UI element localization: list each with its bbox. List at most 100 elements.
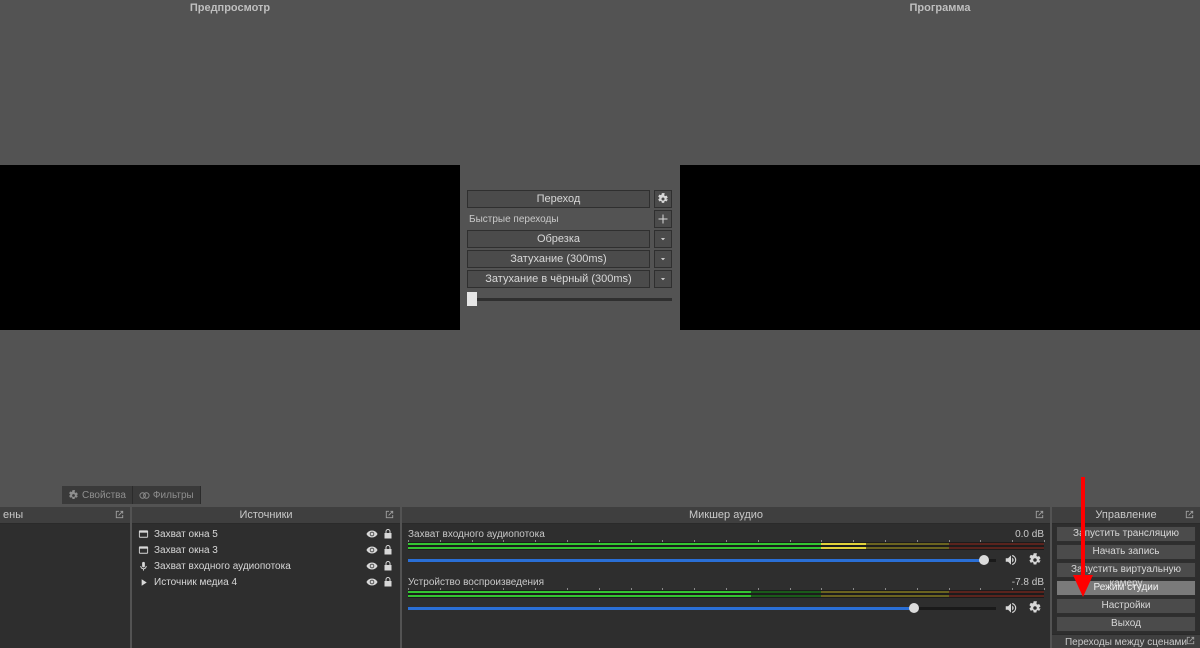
scenes-dock-header[interactable]: ены bbox=[0, 507, 130, 524]
sources-dock-header[interactable]: Источники bbox=[132, 507, 400, 524]
mixer-mute-button[interactable] bbox=[1002, 600, 1020, 616]
preview-heading: Предпросмотр bbox=[0, 0, 460, 16]
mixer-channel-db: -7.8 dB bbox=[1012, 577, 1044, 588]
speaker-icon bbox=[1004, 553, 1018, 567]
controls-dock-header[interactable]: Управление bbox=[1052, 507, 1200, 524]
scene-transitions-header[interactable]: Переходы между сценами bbox=[1052, 634, 1200, 648]
popout-icon bbox=[1184, 509, 1195, 520]
eye-icon bbox=[366, 528, 378, 540]
mixer-dock-popout[interactable] bbox=[1034, 509, 1046, 521]
sources-dock-popout[interactable] bbox=[384, 509, 396, 521]
source-visibility-toggle[interactable] bbox=[364, 528, 380, 540]
start-recording-button[interactable]: Начать запись bbox=[1056, 544, 1196, 560]
source-type-icon bbox=[136, 529, 150, 540]
preview-canvas[interactable] bbox=[0, 165, 460, 330]
source-lock-toggle[interactable] bbox=[380, 528, 396, 540]
gear-icon bbox=[657, 193, 669, 205]
quick-transition-item[interactable]: Обрезка bbox=[467, 230, 650, 248]
mixer-mute-button[interactable] bbox=[1002, 552, 1020, 568]
start-virtual-cam-button[interactable]: Запустить виртуальную камеру bbox=[1056, 562, 1196, 578]
quick-transition-item-menu[interactable] bbox=[654, 230, 672, 248]
scenes-list[interactable] bbox=[0, 524, 130, 648]
mixer-volume-slider[interactable] bbox=[408, 601, 996, 615]
transition-button[interactable]: Переход bbox=[467, 190, 650, 208]
source-lock-toggle[interactable] bbox=[380, 576, 396, 588]
sources-dock-title: Источники bbox=[239, 509, 292, 521]
source-visibility-toggle[interactable] bbox=[364, 576, 380, 588]
source-lock-toggle[interactable] bbox=[380, 560, 396, 572]
lock-icon bbox=[382, 576, 394, 588]
quick-transition-item-menu[interactable] bbox=[654, 270, 672, 288]
chevron-down-icon bbox=[658, 254, 668, 264]
gear-icon bbox=[68, 490, 79, 501]
sources-dock: Источники Захват окна 5Захват окна 3Захв… bbox=[132, 507, 400, 648]
properties-button[interactable]: Свойства bbox=[62, 486, 133, 504]
mixer-body: Захват входного аудиопотока0.0 dBУстройс… bbox=[402, 524, 1050, 648]
tbar-slider[interactable] bbox=[467, 292, 672, 306]
lock-icon bbox=[382, 528, 394, 540]
source-item-label: Захват окна 3 bbox=[154, 545, 364, 556]
controls-body: Запустить трансляцию Начать запись Запус… bbox=[1052, 524, 1200, 648]
mixer-channel-db: 0.0 dB bbox=[1015, 529, 1044, 540]
settings-button[interactable]: Настройки bbox=[1056, 598, 1196, 614]
eye-icon bbox=[366, 560, 378, 572]
controls-dock: Управление Запустить трансляцию Начать з… bbox=[1052, 507, 1200, 648]
mixer-channel-name: Захват входного аудиопотока bbox=[408, 529, 1015, 540]
controls-dock-title: Управление bbox=[1095, 509, 1156, 521]
source-visibility-toggle[interactable] bbox=[364, 560, 380, 572]
sources-list[interactable]: Захват окна 5 Захват окна 3 Захват входног… bbox=[132, 524, 400, 648]
source-visibility-toggle[interactable] bbox=[364, 544, 380, 556]
source-item[interactable]: Захват входного аудиопотока bbox=[132, 558, 400, 574]
scene-transitions-title: Переходы между сценами bbox=[1065, 637, 1187, 648]
chevron-down-icon bbox=[658, 234, 668, 244]
source-item-label: Захват входного аудиопотока bbox=[154, 561, 364, 572]
source-type-icon bbox=[136, 561, 150, 572]
source-item[interactable]: Захват окна 3 bbox=[132, 542, 400, 558]
source-item[interactable]: Источник медиа 4 bbox=[132, 574, 400, 590]
plus-icon bbox=[657, 213, 669, 225]
quick-transition-item[interactable]: Затухание (300ms) bbox=[467, 250, 650, 268]
filters-button[interactable]: Фильтры bbox=[133, 486, 201, 504]
program-heading: Программа bbox=[680, 0, 1200, 16]
popout-icon bbox=[114, 509, 125, 520]
mixer-channel: Захват входного аудиопотока0.0 dB bbox=[402, 526, 1050, 574]
gear-icon bbox=[1028, 553, 1042, 567]
source-item-label: Захват окна 5 bbox=[154, 529, 364, 540]
scene-transitions-popout[interactable] bbox=[1185, 635, 1196, 648]
program-canvas[interactable] bbox=[680, 165, 1200, 330]
popout-icon bbox=[1034, 509, 1045, 520]
eye-icon bbox=[366, 544, 378, 556]
start-streaming-button[interactable]: Запустить трансляцию bbox=[1056, 526, 1196, 542]
source-item[interactable]: Захват окна 5 bbox=[132, 526, 400, 542]
quick-transitions-label: Быстрые переходы bbox=[467, 214, 650, 225]
source-type-icon bbox=[136, 545, 150, 556]
source-item-label: Источник медиа 4 bbox=[154, 577, 364, 588]
quick-transition-item-menu[interactable] bbox=[654, 250, 672, 268]
mixer-channel: Устройство воспроизведения-7.8 dB bbox=[402, 574, 1050, 622]
studio-mode-button[interactable]: Режим студии bbox=[1056, 580, 1196, 596]
add-quick-transition-button[interactable] bbox=[654, 210, 672, 228]
lock-icon bbox=[382, 560, 394, 572]
mixer-settings-button[interactable] bbox=[1026, 600, 1044, 616]
scenes-dock-title: ены bbox=[3, 509, 23, 521]
scenes-dock-popout[interactable] bbox=[114, 509, 126, 521]
mixer-dock-header[interactable]: Микшер аудио bbox=[402, 507, 1050, 524]
quick-transition-item[interactable]: Затухание в чёрный (300ms) bbox=[467, 270, 650, 288]
filters-button-label: Фильтры bbox=[153, 490, 194, 501]
mixer-settings-button[interactable] bbox=[1026, 552, 1044, 568]
controls-dock-popout[interactable] bbox=[1184, 509, 1196, 521]
scenes-dock: ены bbox=[0, 507, 130, 648]
transition-column: Переход Быстрые переходы Обрезка Затухан… bbox=[467, 190, 672, 308]
mixer-volume-slider[interactable] bbox=[408, 553, 996, 567]
source-toolbar: Свойства Фильтры bbox=[62, 486, 177, 504]
mixer-meter bbox=[408, 590, 1044, 598]
mixer-meter bbox=[408, 542, 1044, 550]
popout-icon bbox=[384, 509, 395, 520]
speaker-icon bbox=[1004, 601, 1018, 615]
mixer-dock-title: Микшер аудио bbox=[689, 509, 763, 521]
exit-button[interactable]: Выход bbox=[1056, 616, 1196, 632]
mixer-dock: Микшер аудио Захват входного аудиопотока… bbox=[402, 507, 1050, 648]
filters-icon bbox=[139, 490, 150, 501]
source-lock-toggle[interactable] bbox=[380, 544, 396, 556]
transition-settings-button[interactable] bbox=[654, 190, 672, 208]
